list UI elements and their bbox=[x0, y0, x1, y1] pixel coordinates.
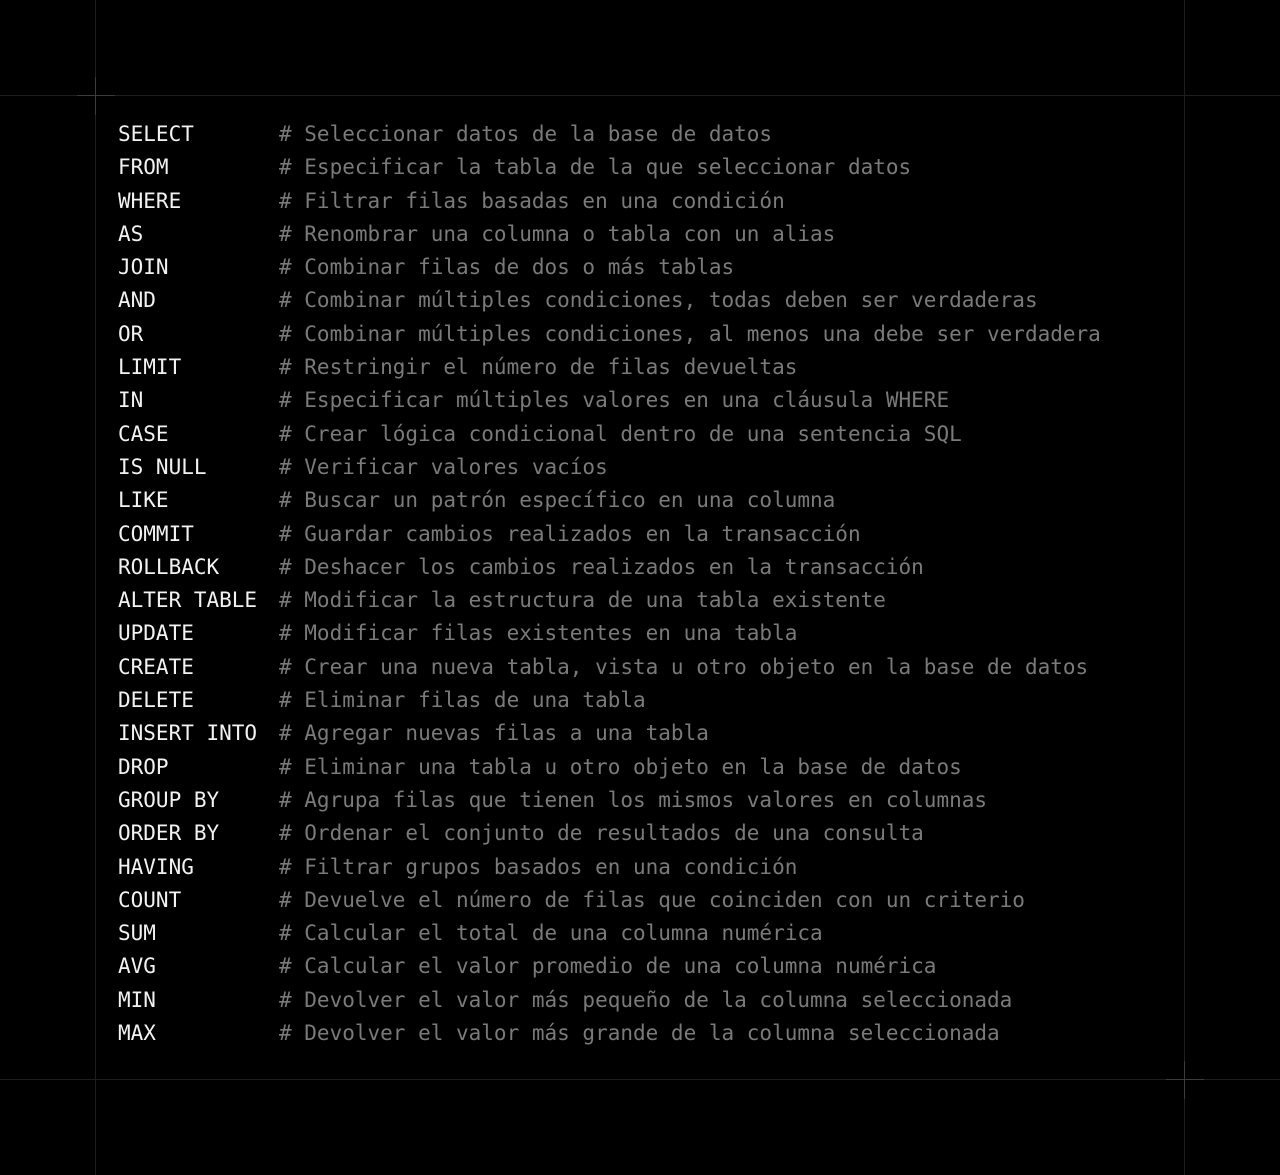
command-row: UPDATE # Modificar filas existentes en un… bbox=[118, 617, 1178, 650]
command-row: ORDER BY # Ordenar el conjunto de resulta… bbox=[118, 817, 1178, 850]
keyword-description: # Combinar filas de dos o más tablas bbox=[279, 255, 735, 280]
command-row: COMMIT # Guardar cambios realizados en la… bbox=[118, 518, 1178, 551]
sql-keyword: DROP bbox=[118, 754, 169, 779]
sql-keyword: MIN bbox=[118, 987, 156, 1012]
keyword-description: # Agregar nuevas filas a una tabla bbox=[279, 721, 709, 746]
keyword-description: # Calcular el total de una columna numér… bbox=[279, 921, 823, 946]
keyword-description: # Especificar múltiples valores en una c… bbox=[279, 388, 950, 413]
sql-cheatsheet: SELECT # Seleccionar datos de la base de … bbox=[118, 118, 1178, 1050]
keyword-description: # Agrupa filas que tienen los mismos val… bbox=[279, 787, 988, 812]
sql-keyword: CREATE bbox=[118, 654, 194, 679]
command-row: AS # Renombrar una columna o tabla con un… bbox=[118, 218, 1178, 251]
command-row: MIN # Devolver el valor más pequeño de la… bbox=[118, 984, 1178, 1017]
sql-keyword: IS NULL bbox=[118, 454, 207, 479]
sql-keyword: OR bbox=[118, 321, 144, 346]
command-row: WHERE # Filtrar filas basadas en una cond… bbox=[118, 185, 1178, 218]
command-row: LIKE # Buscar un patrón específico en una… bbox=[118, 484, 1178, 517]
keyword-description: # Crear una nueva tabla, vista u otro ob… bbox=[279, 654, 1089, 679]
keyword-description: # Modificar la estructura de una tabla e… bbox=[279, 588, 886, 613]
keyword-description: # Filtrar filas basadas en una condición bbox=[279, 188, 785, 213]
sql-keyword: COUNT bbox=[118, 887, 182, 912]
sql-keyword: COMMIT bbox=[118, 521, 194, 546]
command-row: CASE # Crear lógica condicional dentro de… bbox=[118, 418, 1178, 451]
sql-keyword: AND bbox=[118, 288, 156, 313]
command-row: AVG # Calcular el valor promedio de una c… bbox=[118, 950, 1178, 983]
sql-keyword: LIKE bbox=[118, 488, 169, 513]
command-row: IN # Especificar múltiples valores en una… bbox=[118, 384, 1178, 417]
command-row: LIMIT # Restringir el número de filas dev… bbox=[118, 351, 1178, 384]
sql-keyword: GROUP BY bbox=[118, 787, 220, 812]
keyword-description: # Buscar un patrón específico en una col… bbox=[279, 488, 836, 513]
sql-keyword: WHERE bbox=[118, 188, 182, 213]
keyword-description: # Devolver el valor más grande de la col… bbox=[279, 1021, 1000, 1046]
command-row: JOIN # Combinar filas de dos o más tablas bbox=[118, 251, 1178, 284]
sql-keyword: AS bbox=[118, 221, 144, 246]
guide-line-top bbox=[0, 95, 1280, 96]
sql-keyword: AVG bbox=[118, 954, 156, 979]
command-row: COUNT # Devuelve el número de filas que c… bbox=[118, 884, 1178, 917]
guide-line-left bbox=[95, 0, 96, 1175]
sql-keyword: ROLLBACK bbox=[118, 554, 220, 579]
sql-keyword: JOIN bbox=[118, 255, 169, 280]
sql-keyword: ORDER BY bbox=[118, 821, 220, 846]
sql-keyword: LIMIT bbox=[118, 355, 182, 380]
keyword-description: # Ordenar el conjunto de resultados de u… bbox=[279, 821, 924, 846]
keyword-description: # Modificar filas existentes en una tabl… bbox=[279, 621, 798, 646]
sql-keyword: ALTER TABLE bbox=[118, 588, 258, 613]
command-row: ALTER TABLE # Modificar la estructura de … bbox=[118, 584, 1178, 617]
command-row: GROUP BY # Agrupa filas que tienen los mi… bbox=[118, 784, 1178, 817]
guide-line-right bbox=[1184, 0, 1185, 1175]
keyword-description: # Eliminar filas de una tabla bbox=[279, 688, 646, 713]
sql-keyword: INSERT INTO bbox=[118, 721, 258, 746]
keyword-description: # Eliminar una tabla u otro objeto en la… bbox=[279, 754, 962, 779]
keyword-description: # Crear lógica condicional dentro de una… bbox=[279, 421, 962, 446]
command-row: IS NULL # Verificar valores vacíos bbox=[118, 451, 1178, 484]
command-row: OR # Combinar múltiples condiciones, al m… bbox=[118, 318, 1178, 351]
keyword-description: # Deshacer los cambios realizados en la … bbox=[279, 554, 924, 579]
command-row: INSERT INTO # Agregar nuevas filas a una … bbox=[118, 717, 1178, 750]
sql-keyword: UPDATE bbox=[118, 621, 194, 646]
sql-keyword: IN bbox=[118, 388, 144, 413]
keyword-description: # Combinar múltiples condiciones, todas … bbox=[279, 288, 1038, 313]
command-row: SELECT # Seleccionar datos de la base de … bbox=[118, 118, 1178, 151]
command-row: DROP # Eliminar una tabla u otro objeto e… bbox=[118, 751, 1178, 784]
command-row: SUM # Calcular el total de una columna nu… bbox=[118, 917, 1178, 950]
keyword-description: # Renombrar una columna o tabla con un a… bbox=[279, 221, 836, 246]
sql-keyword: SUM bbox=[118, 921, 156, 946]
sql-keyword: HAVING bbox=[118, 854, 194, 879]
keyword-description: # Devuelve el número de filas que coinci… bbox=[279, 887, 1025, 912]
sql-keyword: FROM bbox=[118, 155, 169, 180]
plus-crosshair-icon bbox=[77, 77, 115, 115]
keyword-description: # Combinar múltiples condiciones, al men… bbox=[279, 321, 1101, 346]
keyword-description: # Devolver el valor más pequeño de la co… bbox=[279, 987, 1013, 1012]
command-row: FROM # Especificar la tabla de la que sel… bbox=[118, 151, 1178, 184]
command-row: CREATE # Crear una nueva tabla, vista u o… bbox=[118, 651, 1178, 684]
sql-keyword: MAX bbox=[118, 1021, 156, 1046]
command-row: MAX # Devolver el valor más grande de la … bbox=[118, 1017, 1178, 1050]
command-row: ROLLBACK # Deshacer los cambios realizado… bbox=[118, 551, 1178, 584]
keyword-description: # Seleccionar datos de la base de datos bbox=[279, 122, 773, 146]
command-row: HAVING # Filtrar grupos basados en una co… bbox=[118, 851, 1178, 884]
command-row: AND # Combinar múltiples condiciones, tod… bbox=[118, 284, 1178, 317]
keyword-description: # Especificar la tabla de la que selecci… bbox=[279, 155, 912, 180]
command-row: DELETE # Eliminar filas de una tabla bbox=[118, 684, 1178, 717]
plus-crosshair-icon bbox=[1166, 1061, 1204, 1099]
guide-line-bottom bbox=[0, 1079, 1280, 1080]
keyword-description: # Restringir el número de filas devuelta… bbox=[279, 355, 798, 380]
keyword-description: # Guardar cambios realizados en la trans… bbox=[279, 521, 861, 546]
keyword-description: # Filtrar grupos basados en una condició… bbox=[279, 854, 798, 879]
sql-keyword: CASE bbox=[118, 421, 169, 446]
keyword-description: # Verificar valores vacíos bbox=[279, 454, 608, 479]
sql-keyword: SELECT bbox=[118, 122, 194, 146]
sql-keyword: DELETE bbox=[118, 688, 194, 713]
keyword-description: # Calcular el valor promedio de una colu… bbox=[279, 954, 937, 979]
